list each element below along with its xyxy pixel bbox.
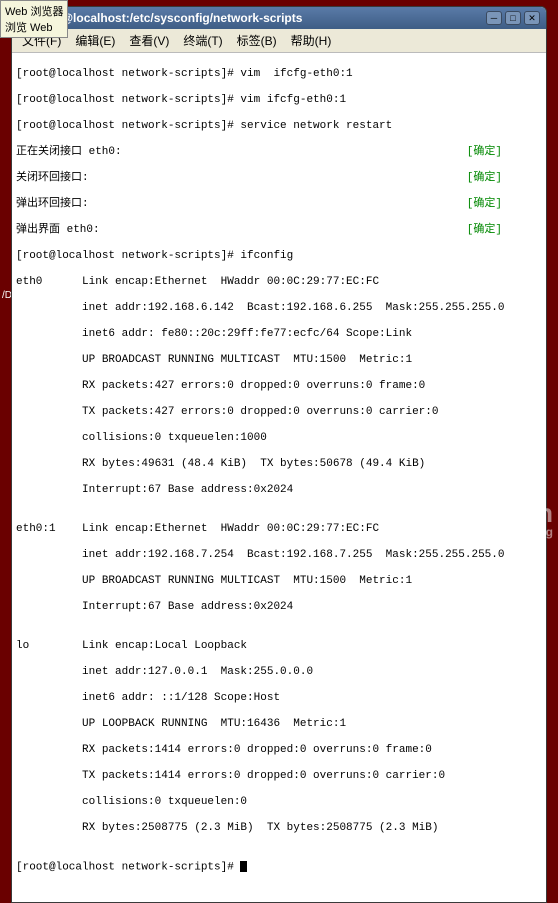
term-line: [root@localhost network-scripts]# vim if… [16,94,542,107]
term-line: inet6 addr: fe80::20c:29ff:fe77:ecfc/64 … [16,328,542,341]
term-line: inet addr:192.168.7.254 Bcast:192.168.7.… [16,549,542,562]
minimize-button[interactable]: ─ [486,11,502,25]
term-line: inet6 addr: ::1/128 Scope:Host [16,692,542,705]
term-line: UP BROADCAST RUNNING MULTICAST MTU:1500 … [16,575,542,588]
menu-help[interactable]: 帮助(H) [285,30,338,51]
term-line: inet addr:127.0.0.1 Mask:255.0.0.0 [16,666,542,679]
terminal-window: root@localhost:/etc/sysconfig/network-sc… [11,6,547,903]
titlebar[interactable]: root@localhost:/etc/sysconfig/network-sc… [12,7,546,29]
menubar: 文件(F) 编辑(E) 查看(V) 终端(T) 标签(B) 帮助(H) [12,29,546,53]
term-line: [root@localhost network-scripts]# servic… [16,120,542,133]
status-ok: [确定] [467,224,502,237]
term-line: collisions:0 txqueuelen:1000 [16,432,542,445]
term-line: RX bytes:49631 (48.4 KiB) TX bytes:50678… [16,458,542,471]
status-line: 弹出界面 eth0:[确定] [16,224,542,237]
term-line: TX packets:1414 errors:0 dropped:0 overr… [16,770,542,783]
term-line: UP BROADCAST RUNNING MULTICAST MTU:1500 … [16,354,542,367]
menu-terminal[interactable]: 终端(T) [177,30,228,51]
status-ok: [确定] [467,172,502,185]
term-line: eth0 Link encap:Ethernet HWaddr 00:0C:29… [16,276,542,289]
term-line: RX packets:427 errors:0 dropped:0 overru… [16,380,542,393]
menu-view[interactable]: 查看(V) [123,30,175,51]
status-ok: [确定] [467,198,502,211]
term-line: RX bytes:2508775 (2.3 MiB) TX bytes:2508… [16,822,542,835]
tooltip-line2: 浏览 Web [5,19,63,35]
term-line: collisions:0 txqueuelen:0 [16,796,542,809]
watermark-main: 51CTO.com [409,500,553,526]
status-line: 正在关闭接口 eth0:[确定] [16,146,542,159]
tooltip-line1: Web 浏览器 [5,3,63,19]
prompt-line[interactable]: [root@localhost network-scripts]# [16,861,542,874]
status-ok: [确定] [467,146,502,159]
terminal-output[interactable]: [root@localhost network-scripts]# vim if… [12,53,546,902]
term-line: [root@localhost network-scripts]# vim if… [16,68,542,81]
term-line: RX packets:1414 errors:0 dropped:0 overr… [16,744,542,757]
term-line: lo Link encap:Local Loopback [16,640,542,653]
browser-tooltip: Web 浏览器 浏览 Web [0,0,68,38]
window-title: root@localhost:/etc/sysconfig/network-sc… [38,11,486,25]
menu-edit[interactable]: 编辑(E) [69,30,121,51]
term-line: inet addr:192.168.6.142 Bcast:192.168.6.… [16,302,542,315]
status-line: 弹出环回接口:[确定] [16,198,542,211]
status-line: 关闭环回接口:[确定] [16,172,542,185]
maximize-button[interactable]: □ [505,11,521,25]
menu-tabs[interactable]: 标签(B) [231,30,283,51]
close-button[interactable]: ✕ [524,11,540,25]
watermark: 51CTO.com 技术博客 Blog [409,500,553,538]
term-line: TX packets:427 errors:0 dropped:0 overru… [16,406,542,419]
cursor [240,861,247,872]
term-line: Interrupt:67 Base address:0x2024 [16,484,542,497]
term-line: [root@localhost network-scripts]# ifconf… [16,250,542,263]
window-controls: ─ □ ✕ [486,11,540,25]
term-line: UP LOOPBACK RUNNING MTU:16436 Metric:1 [16,718,542,731]
term-line: Interrupt:67 Base address:0x2024 [16,601,542,614]
